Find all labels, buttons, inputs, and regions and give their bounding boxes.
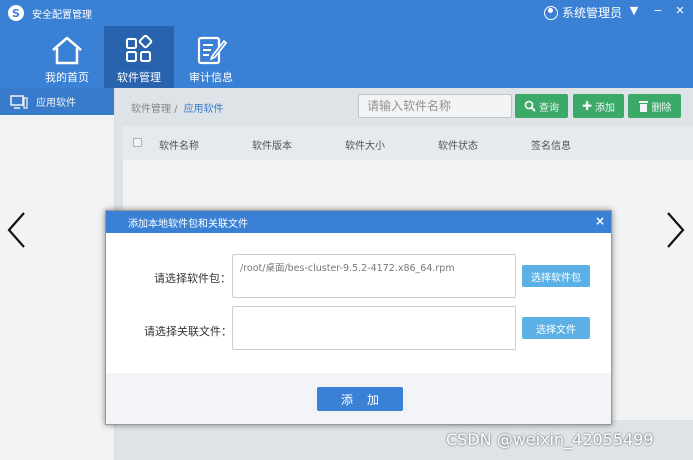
close-icon[interactable]: × [595,214,605,228]
submit-add-button[interactable]: 添加 [317,387,403,411]
app-title: 安全配置管理 [32,9,92,21]
tab-home-label: 我的首页 [45,71,89,84]
close-window-button[interactable]: ✕ [673,4,687,17]
dialog-title: 添加本地软件包和关联文件 [128,218,248,230]
app-logo-glyph: S [12,6,20,20]
choose-package-button[interactable]: 选择软件包 [522,265,590,287]
title-bar: S 安全配置管理 系统管理员 ▼ − ✕ [0,0,693,26]
app-logo: S [8,5,24,21]
choose-file-button[interactable]: 选择文件 [522,317,590,339]
add-package-dialog: 添加本地软件包和关联文件 × 请选择软件包： /root/桌面/bes-clus… [105,210,612,425]
user-menu[interactable]: 系统管理员 [544,4,622,21]
tab-software-label: 软件管理 [117,71,161,84]
grid-icon [126,35,153,62]
related-file-label: 请选择关联文件： [144,325,232,338]
user-icon [544,5,558,20]
tab-audit-label: 审计信息 [189,71,233,84]
edit-document-icon [197,36,227,65]
home-icon [52,36,82,65]
dialog-header: 添加本地软件包和关联文件 × [106,211,611,233]
dropdown-menu-icon[interactable]: ▼ [627,4,641,17]
related-file-field[interactable] [232,306,516,350]
chevron-left-icon[interactable] [4,210,28,250]
tab-audit[interactable]: 审计信息 [176,26,246,88]
package-path-field[interactable]: /root/桌面/bes-cluster-9.5.2-4172.x86_64.r… [232,254,516,298]
user-name: 系统管理员 [562,6,623,20]
tab-software[interactable]: 软件管理 [104,26,174,88]
package-label: 请选择软件包： [154,272,231,285]
minimize-button[interactable]: − [651,4,665,17]
dialog-body: 请选择软件包： /root/桌面/bes-cluster-9.5.2-4172.… [106,233,611,373]
watermark: CSDN @weixin_42055499 [446,430,654,449]
chevron-right-icon[interactable] [664,210,688,250]
top-nav: 我的首页 软件管理 审计信息 [0,26,693,88]
tab-home[interactable]: 我的首页 [32,26,102,88]
